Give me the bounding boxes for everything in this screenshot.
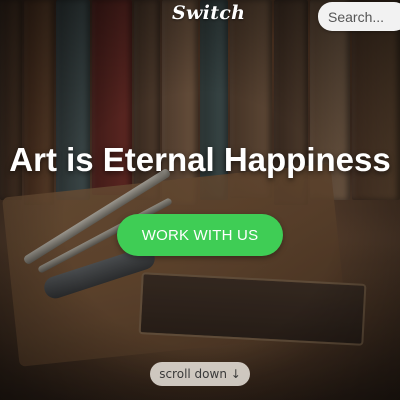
image-vignette — [0, 0, 400, 400]
work-with-us-button[interactable]: WORK WITH US — [117, 214, 283, 256]
search-input[interactable] — [318, 2, 400, 31]
hero-headline: Art is Eternal Happiness — [9, 141, 391, 178]
site-logo[interactable]: Switch — [172, 0, 245, 26]
scroll-down-button[interactable]: scroll down ↓ — [150, 362, 250, 386]
hero-section: Switch Art is Eternal Happiness WORK WIT… — [0, 0, 400, 400]
